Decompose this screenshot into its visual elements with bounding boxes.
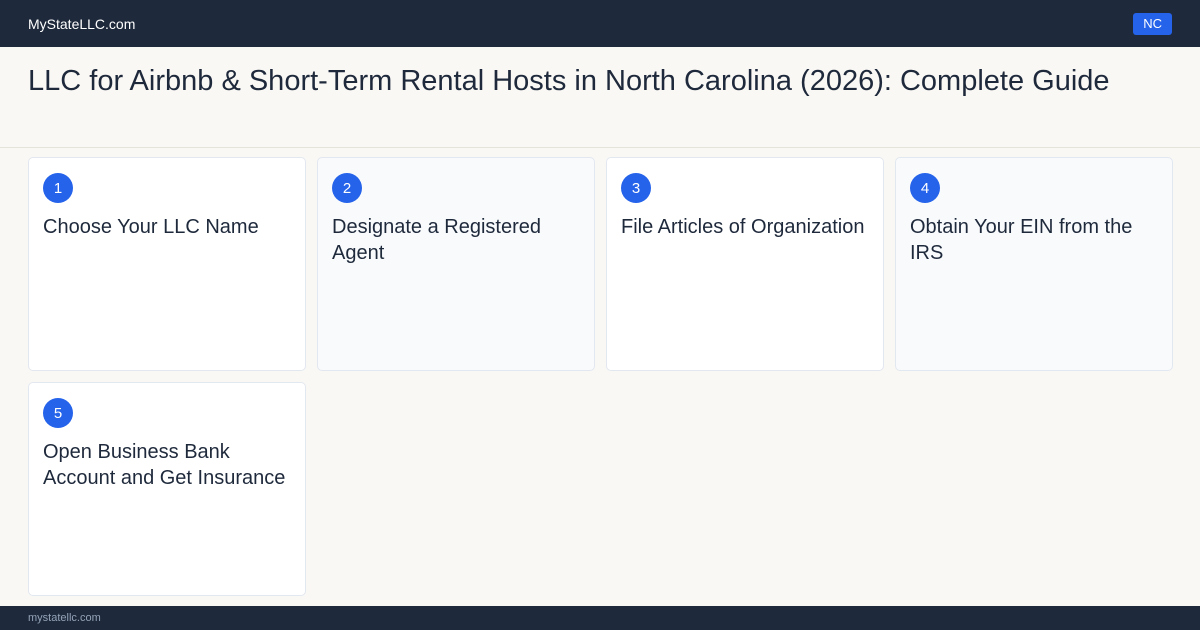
footer-bar: mystatellc.com — [0, 606, 1200, 630]
top-bar: MyStateLLC.com NC — [0, 0, 1200, 47]
step-number-badge: 1 — [43, 173, 73, 203]
title-section: LLC for Airbnb & Short-Term Rental Hosts… — [0, 47, 1200, 148]
step-title: Choose Your LLC Name — [43, 216, 259, 238]
step-card-2: 2 Designate a Registered Agent — [317, 157, 595, 371]
footer-domain: mystatellc.com — [28, 612, 101, 624]
step-title: Obtain Your EIN from the IRS — [910, 216, 1133, 264]
step-number-badge: 5 — [43, 398, 73, 428]
step-title: Designate a Registered Agent — [332, 216, 542, 264]
brand-logo-text[interactable]: MyStateLLC.com — [28, 16, 135, 32]
step-title: Open Business Bank Account and Get Insur… — [43, 441, 286, 489]
step-card-1: 1 Choose Your LLC Name — [28, 157, 306, 371]
step-card-3: 3 File Articles of Organization — [606, 157, 884, 371]
step-title: File Articles of Organization — [621, 216, 865, 238]
state-badge: NC — [1133, 12, 1172, 35]
page-title: LLC for Airbnb & Short-Term Rental Hosts… — [28, 65, 1110, 97]
step-card-5: 5 Open Business Bank Account and Get Ins… — [28, 382, 306, 596]
steps-grid: 1 Choose Your LLC Name 2 Designate a Reg… — [28, 157, 1173, 596]
step-number-badge: 3 — [621, 173, 651, 203]
step-number-badge: 4 — [910, 173, 940, 203]
step-number-badge: 2 — [332, 173, 362, 203]
step-card-4: 4 Obtain Your EIN from the IRS — [895, 157, 1173, 371]
